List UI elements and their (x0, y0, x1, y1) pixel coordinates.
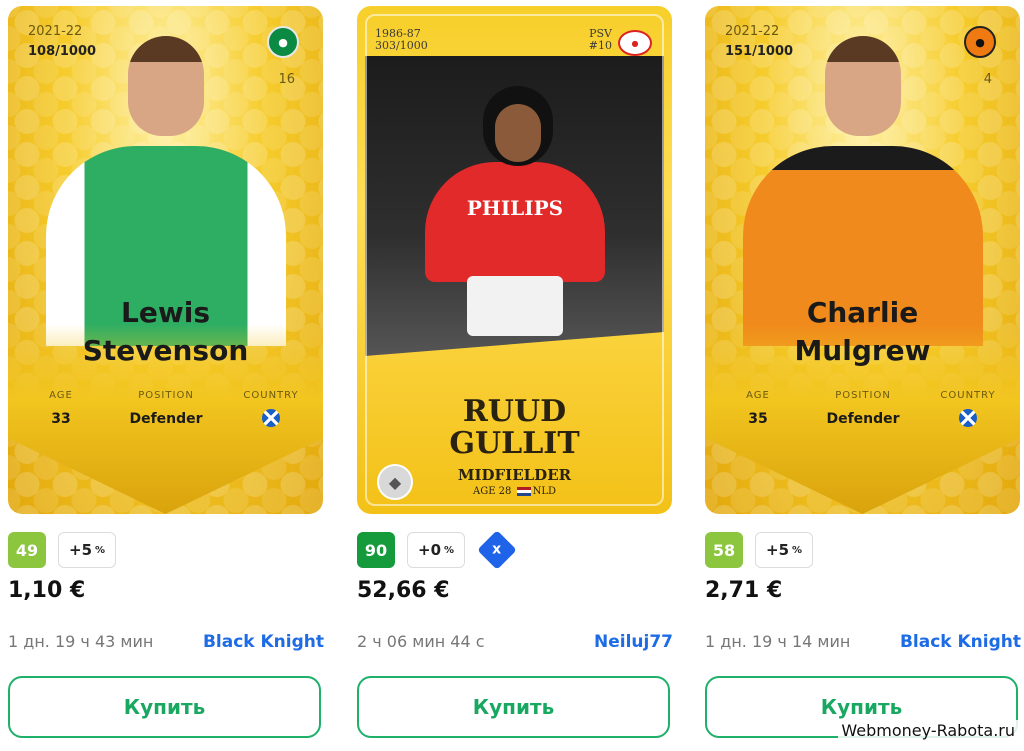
attr-age: AGE 33 (16, 390, 106, 427)
listing-ruud-gullit: PHILIPS 1986-87 303/1000 PSV #10 ● RUUD … (355, 0, 673, 751)
player-card-charlie-mulgrew[interactable]: 2021-22 151/1000 ● 4 Charlie Mulgrew AGE… (705, 6, 1020, 514)
player-head (128, 36, 204, 136)
attr-age-value: 35 (748, 411, 768, 427)
listing-charlie-mulgrew: 2021-22 151/1000 ● 4 Charlie Mulgrew AGE… (703, 0, 1021, 751)
player-attributes: AGE 35 POSITION Defender COUNTRY (705, 390, 1020, 450)
club-label: PSV #10 (589, 28, 612, 52)
seller-link[interactable]: Black Knight (203, 632, 324, 652)
time-remaining: 1 дн. 19 ч 14 мин (705, 632, 851, 651)
time-remaining: 1 дн. 19 ч 43 мин (8, 632, 154, 651)
player-last-name: GULLIT (449, 426, 580, 461)
percent-sign: % (444, 544, 455, 556)
price: 1,10 € (8, 578, 86, 603)
player-card-lewis-stevenson[interactable]: 2021-22 108/1000 ● 16 Lewis Stevenson AG… (8, 6, 323, 514)
player-name: Lewis Stevenson (8, 294, 323, 370)
card-stats: 58 +5% (705, 532, 814, 568)
score-badge: 58 (705, 532, 743, 568)
player-first-name: Lewis (121, 296, 210, 329)
shirt-number: 4 (983, 72, 992, 87)
attr-position: POSITION Defender (818, 390, 908, 427)
attr-position-label: POSITION (138, 390, 194, 401)
seller-link[interactable]: Black Knight (900, 632, 1021, 652)
club-badge-icon: ● (964, 26, 996, 58)
scotland-flag-icon (262, 409, 280, 427)
seller-link[interactable]: Neiluj77 (594, 632, 673, 652)
attr-country: COUNTRY (226, 390, 316, 431)
price: 52,66 € (357, 578, 450, 603)
attr-country-label: COUNTRY (940, 390, 996, 401)
player-head (825, 36, 901, 136)
attr-country-label: COUNTRY (243, 390, 299, 401)
score-badge: 90 (357, 532, 395, 568)
listing-lewis-stevenson: 2021-22 108/1000 ● 16 Lewis Stevenson AG… (6, 0, 324, 751)
attr-country: COUNTRY (923, 390, 1013, 431)
price: 2,71 € (705, 578, 783, 603)
player-photo (46, 36, 286, 346)
player-age: AGE 28 (472, 486, 512, 497)
attr-age: AGE 35 (713, 390, 803, 427)
buy-button[interactable]: Купить (357, 676, 670, 738)
card-season: 2021-22 (28, 24, 83, 39)
cross-glyph: x (492, 542, 502, 558)
shirt-number: #10 (588, 39, 612, 52)
card-serial: 303/1000 (375, 39, 428, 52)
shirt-number: 16 (278, 72, 295, 87)
player-country: NLD (532, 486, 557, 497)
netherlands-flag-icon (516, 487, 531, 496)
attr-age-value: 33 (51, 411, 71, 427)
attr-age-label: AGE (49, 390, 73, 401)
player-first-name: Charlie (806, 296, 919, 329)
card-serial: 108/1000 (28, 44, 97, 59)
percent-sign: % (95, 544, 106, 556)
bonus-value: +0 (418, 541, 442, 559)
bonus-value: +5 (69, 541, 93, 559)
watermark: Webmoney-Rabota.ru (838, 720, 1018, 741)
bonus-percent: +0% (407, 532, 466, 568)
scotland-flag-icon (959, 409, 977, 427)
bonus-percent: +5% (58, 532, 117, 568)
player-last-name: Mulgrew (794, 334, 931, 367)
card-stats: 49 +5% (8, 532, 117, 568)
attr-position: POSITION Defender (121, 390, 211, 427)
player-card-ruud-gullit[interactable]: PHILIPS 1986-87 303/1000 PSV #10 ● RUUD … (357, 6, 672, 514)
buy-button[interactable]: Купить (8, 676, 321, 738)
player-name: RUUD GULLIT (357, 396, 672, 460)
player-attributes: AGE 33 POSITION Defender COUNTRY (8, 390, 323, 450)
club-badge-icon: ● (267, 26, 299, 58)
attr-position-label: POSITION (835, 390, 891, 401)
card-season: 1986-87 303/1000 (375, 28, 428, 52)
card-season: 2021-22 (725, 24, 780, 39)
card-stats: 90 +0% x (357, 530, 517, 570)
percent-sign: % (792, 544, 803, 556)
player-name: Charlie Mulgrew (705, 294, 1020, 370)
attr-position-value: Defender (826, 411, 900, 427)
time-remaining: 2 ч 06 мин 44 с (357, 632, 485, 651)
attr-position-value: Defender (129, 411, 203, 427)
player-last-name: Stevenson (82, 334, 249, 367)
player-photo (743, 36, 983, 346)
card-serial: 151/1000 (725, 44, 794, 59)
attr-age-label: AGE (746, 390, 770, 401)
diamond-icon: ◆ (377, 464, 413, 500)
club-badge-icon: ● (618, 30, 652, 56)
bonus-percent: +5% (755, 532, 814, 568)
score-badge: 49 (8, 532, 46, 568)
cross-diamond-icon: x (477, 530, 517, 570)
player-first-name: RUUD (462, 394, 567, 429)
bonus-value: +5 (766, 541, 790, 559)
